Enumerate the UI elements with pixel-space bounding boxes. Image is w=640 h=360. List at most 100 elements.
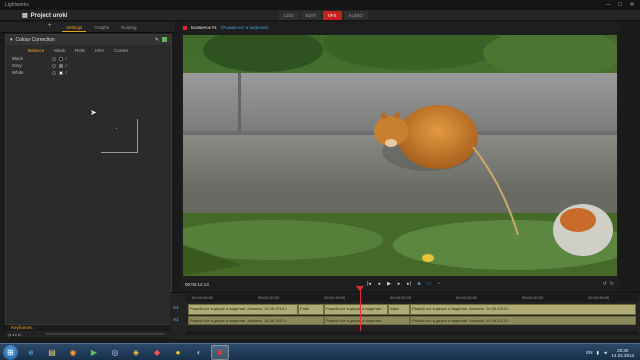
- video-clip[interactable]: Рыжий кот в дворе и видение: [324, 304, 388, 315]
- pin-icon[interactable]: ✎: [155, 37, 159, 43]
- mouse-cursor-icon: ➤: [90, 108, 97, 117]
- transition-fade[interactable]: Fade: [298, 304, 324, 315]
- window-title: Lightworks: [5, 2, 29, 8]
- step-back-button[interactable]: ◂: [375, 281, 383, 288]
- volume-icon[interactable]: ◄: [603, 350, 607, 355]
- chrome-icon[interactable]: ●: [169, 345, 187, 360]
- go-to-start-button[interactable]: |◂: [365, 281, 373, 288]
- video-frame[interactable]: [183, 35, 617, 276]
- eyedropper-icon[interactable]: ⁄: [66, 56, 67, 61]
- ruler-tick: 00:00:20:00: [390, 295, 412, 300]
- project-name: Project uroki: [30, 12, 68, 19]
- reset-icon[interactable]: [52, 63, 56, 68]
- mark-in-button[interactable]: ■: [415, 281, 423, 288]
- timeline-ruler[interactable]: 00:00:05:00 00:00:10:00 00:00:15:00 00:0…: [186, 294, 638, 302]
- keyframe-nav-buttons[interactable]: |◂ ◂ ▸ ▸|: [8, 332, 21, 337]
- colour-correction-header[interactable]: ▾ Colour Correction: [6, 35, 171, 45]
- project-icon: ▤: [22, 13, 28, 19]
- tab-log[interactable]: LOG: [279, 11, 299, 20]
- enable-toggle[interactable]: [162, 37, 167, 42]
- ruler-tick: 00:00:10:00: [258, 295, 280, 300]
- tab-audio[interactable]: AUDIO: [343, 11, 368, 20]
- undo-icon[interactable]: ↺: [603, 281, 607, 287]
- app-icon[interactable]: ◎: [106, 345, 124, 360]
- balance-row-black: Black ⁄: [6, 55, 171, 62]
- record-icon: [183, 25, 187, 30]
- chevron-down-icon: ▾: [10, 37, 13, 43]
- timeline-panel: 00:00:05:00 00:00:10:00 00:00:15:00 00:0…: [170, 286, 640, 339]
- subtab-rgb[interactable]: RGB: [75, 48, 85, 55]
- timeline-scrollbar[interactable]: [186, 331, 638, 335]
- media-player-icon[interactable]: ◉: [64, 345, 82, 360]
- transition-wipe[interactable]: Wipe: [388, 304, 410, 315]
- subtab-hsv[interactable]: HSV: [95, 48, 104, 55]
- video-clip[interactable]: Рыжий кот в дворе и видение. Алматы. 14.…: [410, 304, 636, 315]
- viewer-controls: 00:00:12:13 |◂ ◂ ▶ ▸ ▸| ■ □ ▫ ↺ ↻: [181, 278, 618, 290]
- audio-clip[interactable]: Рыжий кот в дворе и видение. Алматы. 14.…: [410, 316, 636, 325]
- app-icon[interactable]: ◈: [127, 345, 145, 360]
- audio-clip[interactable]: Рыжий кот в дворе и видение. Алматы. 14.…: [188, 316, 324, 325]
- eyedropper-icon[interactable]: ⁄: [66, 63, 67, 68]
- grey-swatch[interactable]: [59, 63, 63, 68]
- transport-controls: |◂ ◂ ▶ ▸ ▸| ■ □ ▫: [365, 281, 443, 288]
- minimize-button[interactable]: –: [603, 1, 613, 8]
- playhead[interactable]: [360, 287, 361, 335]
- go-to-end-button[interactable]: ▸|: [405, 281, 413, 288]
- network-icon[interactable]: ▮: [597, 350, 599, 356]
- tab-routing[interactable]: Routing: [117, 23, 141, 32]
- mark-out-button[interactable]: □: [425, 281, 433, 288]
- colour-correction-title: Colour Correction: [15, 37, 55, 43]
- tab-edit[interactable]: EDIT: [300, 11, 321, 20]
- reset-icon[interactable]: [52, 70, 56, 75]
- viewer-title: Боевичок #1: [191, 25, 217, 30]
- black-swatch[interactable]: [59, 56, 63, 61]
- subtab-balance[interactable]: Balance: [28, 48, 44, 55]
- app-icon[interactable]: ◐: [190, 345, 208, 360]
- step-forward-button[interactable]: ▸: [395, 281, 403, 288]
- language-indicator[interactable]: EN: [586, 350, 592, 355]
- lightworks-taskbar-icon[interactable]: ■: [211, 345, 229, 360]
- audio-clip[interactable]: Рыжий кот в дворе и видение: [324, 316, 410, 325]
- start-button[interactable]: ⊞: [3, 345, 18, 360]
- app-icon[interactable]: ◆: [148, 345, 166, 360]
- track-v1-label[interactable]: V1: [173, 305, 179, 310]
- browser-icon[interactable]: e: [22, 345, 40, 360]
- ruler-tick: 00:00:05:00: [192, 295, 214, 300]
- folder-icon[interactable]: ▤: [43, 345, 61, 360]
- redo-icon[interactable]: ↻: [610, 281, 614, 287]
- project-menu[interactable]: ▤ Project uroki: [22, 11, 67, 20]
- keyframes-label[interactable]: Keyframes: [11, 325, 33, 330]
- video-clip[interactable]: Рыжий кот в дворе и видение. Алматы. 14.…: [188, 304, 298, 315]
- subtab-mask[interactable]: Mask: [54, 48, 65, 55]
- reset-icon[interactable]: [52, 56, 56, 61]
- tab-vfx[interactable]: VFX: [322, 11, 342, 20]
- top-bar: ▤ Project uroki LOG EDIT VFX AUDIO: [0, 10, 640, 21]
- selection-outline: [101, 119, 138, 153]
- eyedropper-icon[interactable]: ⁄: [66, 70, 67, 75]
- close-button[interactable]: ✕: [627, 1, 637, 8]
- tab-settings[interactable]: Settings: [62, 23, 87, 32]
- colour-subtabs: Balance Mask RGB HSV Curves: [6, 45, 171, 55]
- maximize-button[interactable]: □: [615, 1, 625, 8]
- ruler-tick: 00:00:30:00: [522, 295, 544, 300]
- keyframe-scrollbar[interactable]: [45, 333, 165, 335]
- viewer-header: Боевичок #1 (Рыжий кот и видение): [181, 22, 618, 33]
- clock[interactable]: 20:30 14.02.2013: [611, 348, 634, 358]
- taskbar-apps: e ▤ ◉ ▶ ◎ ◈ ◆ ● ◐ ■: [22, 345, 229, 360]
- keyframe-navigator: |◂ ◂ ▸ ▸|: [5, 331, 172, 337]
- white-swatch[interactable]: [59, 70, 63, 75]
- tab-graphs[interactable]: Graphs: [90, 23, 113, 32]
- left-panel-tabs: + Settings Graphs Routing: [0, 22, 175, 33]
- balance-row-white: White ⁄: [6, 69, 171, 76]
- system-tray: EN ▮ ◄ 20:30 14.02.2013: [586, 345, 634, 360]
- play-button[interactable]: ▶: [385, 281, 393, 288]
- clear-marks-button[interactable]: ▫: [435, 281, 443, 288]
- balance-row-grey: Grey ⁄: [6, 62, 171, 69]
- balance-label: Grey: [12, 63, 22, 68]
- track-a1-label[interactable]: A1: [173, 317, 179, 322]
- subtab-curves[interactable]: Curves: [114, 48, 128, 55]
- ruler-tick: 00:00:15:00: [324, 295, 346, 300]
- add-icon[interactable]: +: [48, 23, 52, 29]
- viewer-timecode[interactable]: 00:00:12:13: [185, 282, 209, 287]
- play-app-icon[interactable]: ▶: [85, 345, 103, 360]
